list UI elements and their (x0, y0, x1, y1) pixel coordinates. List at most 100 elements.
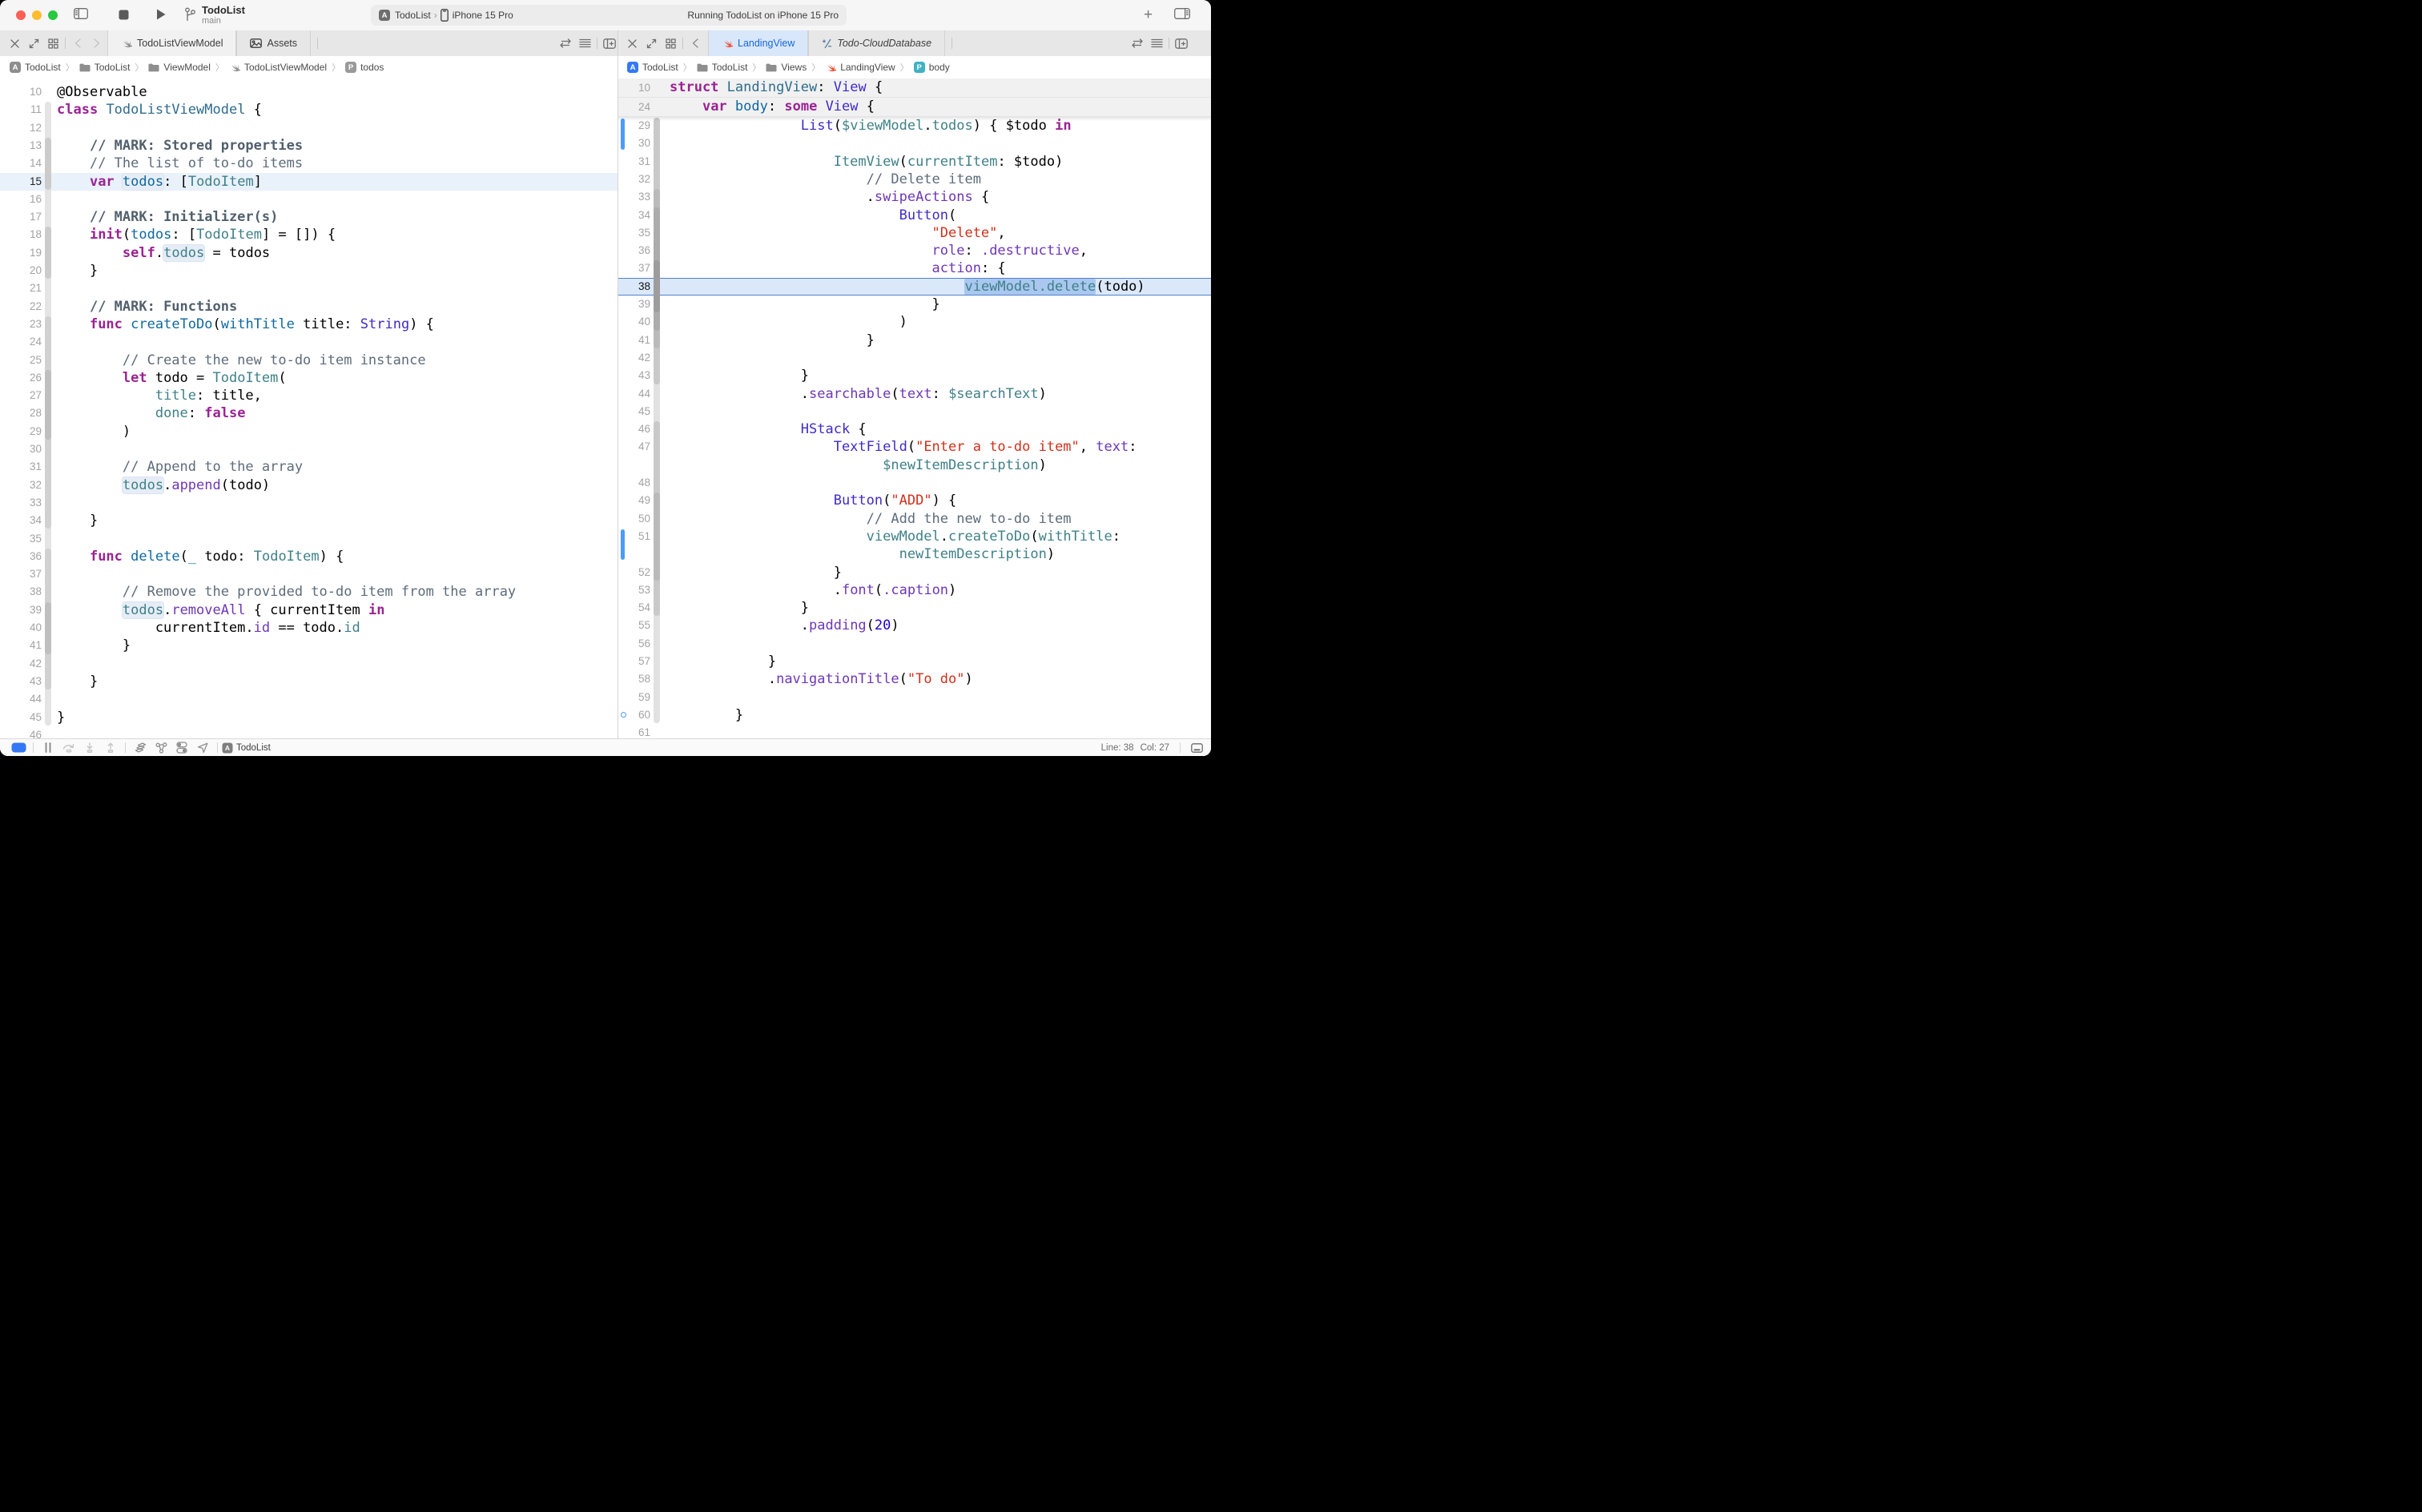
line-number[interactable]: 54 (618, 599, 650, 617)
line-number[interactable]: 12 (0, 119, 42, 137)
code-line[interactable]: 53 .font(.caption) (618, 581, 1211, 599)
swap-button[interactable] (1128, 30, 1147, 56)
code-line[interactable]: 16 (0, 191, 618, 208)
breadcrumb-item[interactable]: TodoList (712, 62, 748, 73)
breadcrumb-item[interactable]: TodoListViewModel (244, 62, 327, 73)
code-line[interactable]: 40 ) (618, 313, 1211, 331)
code-fold-ribbon[interactable] (45, 370, 51, 440)
code-line[interactable]: 46 (0, 726, 618, 738)
source-editor-left[interactable]: 10@Observable11class TodoListViewModel {… (0, 78, 618, 738)
breadcrumb-item[interactable]: Views (781, 62, 807, 73)
line-number[interactable]: 42 (0, 655, 42, 673)
line-number[interactable]: 46 (0, 726, 42, 738)
code-line[interactable]: 45 (618, 403, 1211, 420)
line-number[interactable]: 23 (0, 316, 42, 333)
code-line[interactable]: 14 // The list of to-do items (0, 155, 618, 172)
line-number[interactable]: 11 (0, 101, 42, 119)
swap-button[interactable] (556, 30, 575, 56)
code-line[interactable]: 37 (0, 565, 618, 583)
line-number[interactable]: 44 (0, 690, 42, 708)
editor-display-icon[interactable] (1191, 743, 1203, 753)
code-line[interactable]: 52 } (618, 564, 1211, 581)
code-line[interactable]: 61 (618, 724, 1211, 738)
code-line[interactable]: 33 (0, 494, 618, 512)
code-line[interactable]: newItemDescription) (618, 545, 1211, 563)
line-number[interactable]: 57 (618, 653, 650, 670)
code-line[interactable]: 18 init(todos: [TodoItem] = []) { (0, 226, 618, 243)
code-line[interactable]: 36 role: .destructive, (618, 242, 1211, 259)
view-hierarchy-button[interactable] (130, 739, 151, 757)
line-number[interactable]: 55 (618, 617, 650, 634)
editor-tab-assets[interactable]: Assets (236, 30, 311, 56)
source-change-bar[interactable] (621, 529, 625, 561)
line-number[interactable]: 13 (0, 137, 42, 155)
toggle-navigator-icon[interactable] (74, 8, 88, 19)
line-number[interactable]: 14 (0, 155, 42, 172)
line-number[interactable]: 18 (0, 226, 42, 243)
add-button[interactable]: + (1144, 6, 1153, 24)
code-line[interactable]: 57 } (618, 653, 1211, 670)
lines-button[interactable] (575, 30, 594, 56)
line-number[interactable]: 39 (618, 296, 650, 313)
code-line[interactable]: 56 (618, 635, 1211, 653)
pause-button[interactable] (38, 739, 58, 757)
close-x-button[interactable] (5, 30, 24, 56)
code-line[interactable]: 36 func delete(_ todo: TodoItem) { (0, 548, 618, 565)
code-line[interactable]: 42 (0, 655, 618, 673)
close-x-button[interactable] (622, 30, 642, 56)
code-line[interactable]: 60 } (618, 706, 1211, 724)
chev-left-button[interactable] (686, 30, 705, 56)
line-number[interactable]: 21 (0, 279, 42, 297)
step-into-button[interactable] (79, 739, 100, 757)
code-line[interactable]: 34 } (0, 512, 618, 529)
code-line[interactable]: 22 // MARK: Functions (0, 298, 618, 316)
code-line[interactable]: 25 // Create the new to-do item instance (0, 352, 618, 369)
line-number[interactable]: 48 (618, 474, 650, 492)
code-line[interactable]: 37 action: { (618, 259, 1211, 277)
line-number[interactable]: 10 (0, 83, 42, 101)
line-number[interactable]: 53 (618, 581, 650, 599)
line-number[interactable]: 43 (618, 367, 650, 384)
line-number[interactable]: 40 (0, 619, 42, 637)
breakpoints-toggle-button[interactable] (8, 739, 29, 757)
line-number[interactable]: 41 (618, 332, 650, 349)
step-out-button[interactable] (100, 739, 121, 757)
code-line[interactable]: 20 } (0, 262, 618, 279)
code-fold-ribbon[interactable] (654, 493, 660, 581)
line-number[interactable]: 34 (0, 512, 42, 529)
code-line[interactable]: 27 title: title, (0, 387, 618, 404)
pinned-scope-header[interactable]: 10struct LandingView: View {24 var body:… (618, 78, 1211, 121)
editor-tab-todolistviewmodel[interactable]: TodoListViewModel (107, 30, 236, 56)
code-line[interactable]: 59 (618, 689, 1211, 706)
line-number[interactable]: 38 (0, 583, 42, 601)
editor-tab-todo-clouddatabase[interactable]: Todo-CloudDatabase (808, 30, 945, 56)
simulate-location-button[interactable] (192, 739, 213, 757)
line-number[interactable]: 31 (0, 458, 42, 476)
line-number[interactable]: 37 (0, 565, 42, 583)
line-number[interactable]: 45 (0, 709, 42, 726)
code-line[interactable]: 44 (0, 690, 618, 708)
stop-button[interactable] (119, 10, 129, 20)
chev-right-button[interactable] (87, 30, 107, 56)
line-number[interactable]: 36 (0, 548, 42, 565)
line-number[interactable]: 27 (0, 387, 42, 404)
code-line[interactable]: 42 (618, 349, 1211, 367)
code-line[interactable]: 12 (0, 119, 618, 137)
code-line[interactable]: 30 (0, 440, 618, 458)
code-line[interactable]: 32 // Delete item (618, 171, 1211, 188)
code-line[interactable]: 54 } (618, 599, 1211, 617)
code-fold-ribbon[interactable] (45, 602, 51, 654)
breadcrumb-item[interactable]: todos (360, 62, 384, 73)
code-line[interactable]: 17 // MARK: Initializer(s) (0, 208, 618, 226)
line-number[interactable]: 15 (0, 173, 42, 191)
line-number[interactable]: 44 (618, 385, 650, 403)
code-line[interactable]: 48 (618, 474, 1211, 492)
code-line[interactable]: 46 HStack { (618, 420, 1211, 438)
source-change-dot[interactable] (621, 712, 626, 718)
code-line[interactable]: 43 } (618, 367, 1211, 384)
expand-button[interactable] (24, 30, 43, 56)
grid-button[interactable] (43, 30, 62, 56)
code-line[interactable]: 23 func createToDo(withTitle title: Stri… (0, 316, 618, 333)
breadcrumb-item[interactable]: TodoList (25, 62, 61, 73)
line-number[interactable]: 33 (618, 188, 650, 206)
